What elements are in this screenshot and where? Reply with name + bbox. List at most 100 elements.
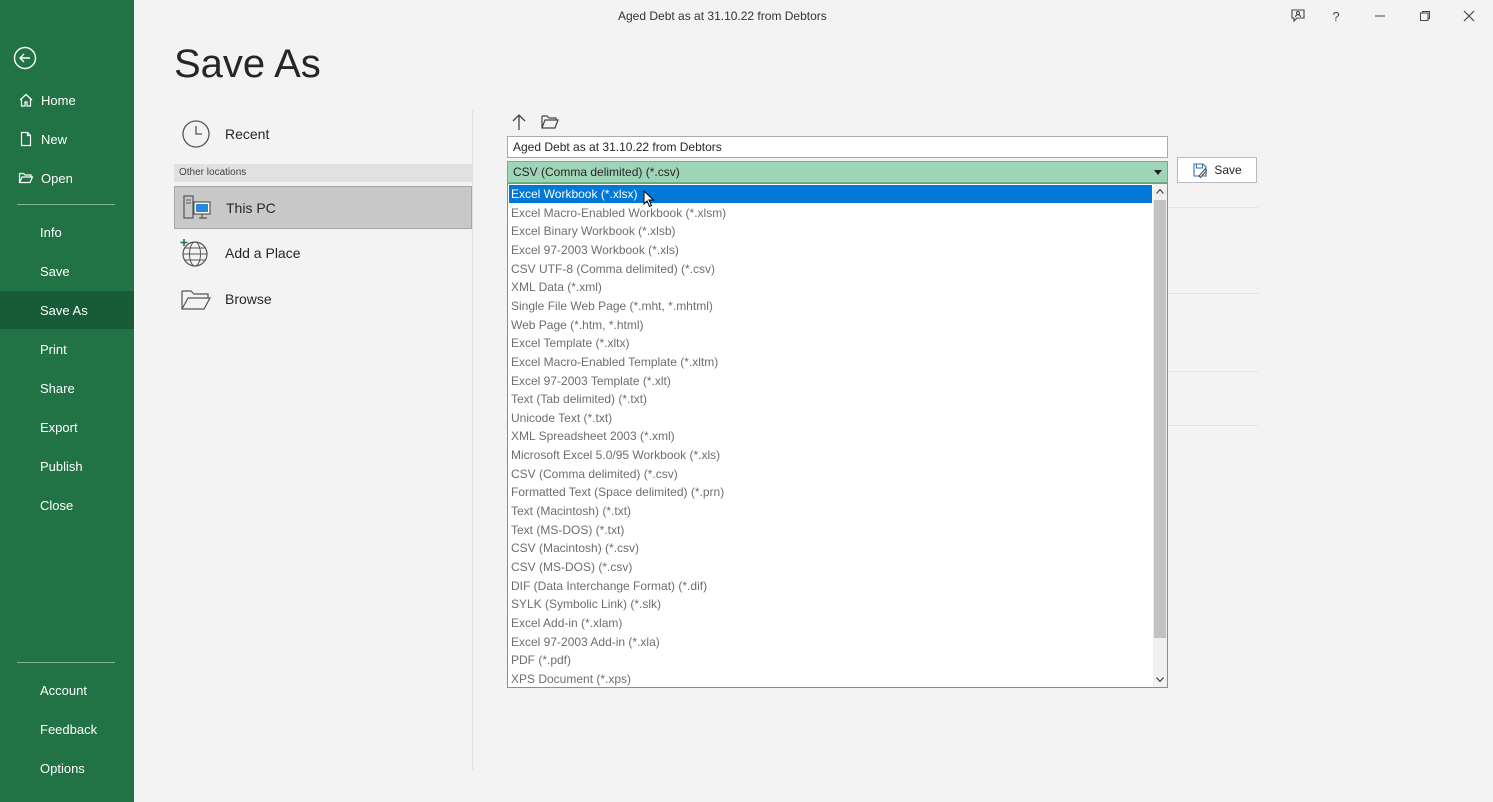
nav-print-label: Print <box>40 341 67 357</box>
scroll-down-icon[interactable] <box>1153 673 1167 687</box>
browse-folder-icon[interactable] <box>540 112 560 132</box>
file-type-option[interactable]: CSV (MS-DOS) (*.csv) <box>509 558 1152 576</box>
divider <box>1168 293 1258 294</box>
divider <box>1168 425 1258 426</box>
nav-new[interactable]: New <box>0 120 134 158</box>
mouse-pointer-icon <box>643 190 655 208</box>
nav-publish[interactable]: Publish <box>0 447 134 485</box>
nav-divider <box>17 204 115 205</box>
file-type-option[interactable]: Excel Binary Workbook (*.xlsb) <box>509 222 1152 240</box>
file-type-option[interactable]: CSV (Macintosh) (*.csv) <box>509 539 1152 557</box>
file-type-option[interactable]: Excel Macro-Enabled Template (*.xltm) <box>509 353 1152 371</box>
nav-share[interactable]: Share <box>0 369 134 407</box>
folder-icon <box>181 290 212 310</box>
file-type-option[interactable]: Excel Macro-Enabled Workbook (*.xlsm) <box>509 204 1152 222</box>
nav-share-label: Share <box>40 380 75 396</box>
location-this-pc[interactable]: This PC <box>174 186 472 229</box>
location-add-place-label: Add a Place <box>225 245 301 261</box>
file-type-option[interactable]: DIF (Data Interchange Format) (*.dif) <box>509 577 1152 595</box>
file-type-dropdown[interactable]: Excel Workbook (*.xlsx) Excel Macro-Enabl… <box>507 183 1168 688</box>
file-type-option[interactable]: Excel 97-2003 Workbook (*.xls) <box>509 241 1152 259</box>
divider <box>1168 371 1258 372</box>
nav-export[interactable]: Export <box>0 408 134 446</box>
nav-options[interactable]: Options <box>0 749 134 787</box>
help-icon[interactable]: ? <box>1325 5 1347 27</box>
file-type-selected: CSV (Comma delimited) (*.csv) <box>513 165 680 179</box>
file-type-option[interactable]: Excel 97-2003 Add-in (*.xla) <box>509 633 1152 651</box>
file-type-option[interactable]: CSV (Comma delimited) (*.csv) <box>509 465 1152 483</box>
home-icon <box>17 91 35 109</box>
location-this-pc-label: This PC <box>226 199 276 216</box>
other-locations-header: Other locations <box>174 164 472 182</box>
file-type-option[interactable]: Web Page (*.htm, *.html) <box>509 316 1152 334</box>
nav-close-label: Close <box>40 497 74 513</box>
computer-icon <box>183 194 211 219</box>
nav-close[interactable]: Close <box>0 486 134 524</box>
location-browse-label: Browse <box>225 291 272 307</box>
nav-save-as-label: Save As <box>40 302 88 318</box>
file-type-option[interactable]: Excel Template (*.xltx) <box>509 334 1152 352</box>
file-type-option[interactable]: Excel Workbook (*.xlsx) <box>509 185 1152 203</box>
nav-account[interactable]: Account <box>0 671 134 709</box>
back-arrow-icon[interactable] <box>13 46 37 70</box>
title-bar: Aged Debt as at 31.10.22 from Debtors ? <box>134 0 1493 32</box>
location-recent[interactable]: Recent <box>174 114 472 154</box>
nav-print[interactable]: Print <box>0 330 134 368</box>
page-title: Save As <box>174 42 321 86</box>
file-type-option[interactable]: XPS Document (*.xps) <box>509 670 1152 687</box>
file-type-option[interactable]: SYLK (Symbolic Link) (*.slk) <box>509 595 1152 613</box>
open-folder-icon <box>17 169 35 187</box>
nav-save-label: Save <box>40 263 70 279</box>
location-recent-label: Recent <box>225 126 270 142</box>
file-type-option[interactable]: Excel 97-2003 Template (*.xlt) <box>509 372 1152 390</box>
file-type-option[interactable]: Microsoft Excel 5.0/95 Workbook (*.xls) <box>509 446 1152 464</box>
up-arrow-icon[interactable] <box>509 112 529 132</box>
scroll-up-icon[interactable] <box>1153 184 1167 198</box>
backstage-nav: Home New Open Info Save Save As Print Sh… <box>0 0 134 802</box>
nav-new-label: New <box>41 131 68 147</box>
minimize-icon[interactable] <box>1369 5 1391 27</box>
file-type-option[interactable]: PDF (*.pdf) <box>509 651 1152 669</box>
nav-open[interactable]: Open <box>0 159 134 197</box>
file-type-option[interactable]: Formatted Text (Space delimited) (*.prn) <box>509 483 1152 501</box>
nav-save[interactable]: Save <box>0 252 134 290</box>
nav-options-label: Options <box>40 760 85 776</box>
document-title: Aged Debt as at 31.10.22 from Debtors <box>618 9 827 23</box>
save-button-label: Save <box>1214 163 1242 177</box>
file-type-option[interactable]: Text (Tab delimited) (*.txt) <box>509 390 1152 408</box>
file-type-option[interactable]: CSV UTF-8 (Comma delimited) (*.csv) <box>509 260 1152 278</box>
restore-icon[interactable] <box>1414 5 1436 27</box>
nav-feedback[interactable]: Feedback <box>0 710 134 748</box>
file-type-option[interactable]: Excel Add-in (*.xlam) <box>509 614 1152 632</box>
chevron-down-icon <box>1154 170 1162 175</box>
nav-info[interactable]: Info <box>0 213 134 251</box>
dropdown-scrollbar[interactable] <box>1153 184 1167 687</box>
new-document-icon <box>17 130 35 148</box>
file-type-option[interactable]: Text (MS-DOS) (*.txt) <box>509 521 1152 539</box>
file-type-select[interactable]: CSV (Comma delimited) (*.csv) <box>507 161 1168 183</box>
file-type-option[interactable]: Single File Web Page (*.mht, *.mhtml) <box>509 297 1152 315</box>
save-icon <box>1193 163 1208 178</box>
filename-input[interactable]: Aged Debt as at 31.10.22 from Debtors <box>507 136 1168 158</box>
file-type-option[interactable]: XML Data (*.xml) <box>509 278 1152 296</box>
close-icon[interactable] <box>1458 5 1480 27</box>
feedback-icon[interactable] <box>1287 5 1309 27</box>
file-type-option[interactable]: Text (Macintosh) (*.txt) <box>509 502 1152 520</box>
file-type-option[interactable]: XML Spreadsheet 2003 (*.xml) <box>509 427 1152 445</box>
file-type-option[interactable]: Unicode Text (*.txt) <box>509 409 1152 427</box>
nav-info-label: Info <box>40 224 62 240</box>
nav-divider <box>17 662 115 663</box>
scrollbar-thumb[interactable] <box>1154 200 1166 638</box>
clock-icon <box>182 120 210 148</box>
nav-publish-label: Publish <box>40 458 83 474</box>
save-button[interactable]: Save <box>1177 157 1257 183</box>
nav-home-label: Home <box>41 92 76 108</box>
location-browse[interactable]: Browse <box>174 279 472 319</box>
nav-account-label: Account <box>40 682 87 698</box>
divider <box>1168 207 1258 208</box>
nav-save-as[interactable]: Save As <box>0 291 134 329</box>
nav-home[interactable]: Home <box>0 81 134 119</box>
column-divider <box>472 110 473 770</box>
location-add-place[interactable]: Add a Place <box>174 233 472 273</box>
nav-open-label: Open <box>41 170 73 186</box>
